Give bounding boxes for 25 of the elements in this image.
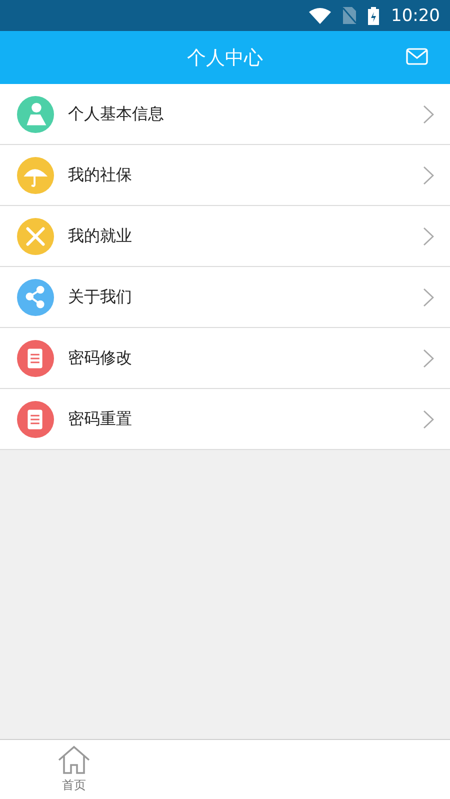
- menu-label: 密码修改: [68, 348, 133, 368]
- clock-time: 10:20: [391, 6, 440, 26]
- menu-item[interactable]: 我的就业: [0, 206, 450, 267]
- chevron-right-icon: [423, 410, 434, 428]
- menu-label: 个人基本信息: [68, 104, 165, 124]
- chevron-right-icon: [423, 166, 434, 184]
- menu-item[interactable]: 密码重置: [0, 389, 450, 450]
- menu-item[interactable]: 关于我们: [0, 267, 450, 328]
- home-icon: [57, 745, 91, 775]
- menu-label: 我的就业: [68, 226, 133, 246]
- mail-icon[interactable]: [406, 48, 428, 65]
- chevron-right-icon: [423, 104, 434, 124]
- menu-item[interactable]: 个人基本信息: [0, 84, 450, 145]
- page-title: 个人中心: [187, 46, 263, 70]
- menu-label: 关于我们: [68, 286, 133, 308]
- no-sim-icon: [343, 7, 356, 24]
- menu-label: 密码重置: [68, 408, 133, 430]
- battery-icon: [368, 6, 379, 24]
- menu-item[interactable]: 我的社保: [0, 145, 450, 206]
- chevron-right-icon: [423, 226, 434, 246]
- menu-label: 我的社保: [68, 164, 133, 186]
- wifi-icon: [309, 8, 331, 24]
- chevron-right-icon: [423, 348, 434, 368]
- chevron-right-icon: [423, 288, 434, 306]
- menu-item[interactable]: 密码修改: [0, 328, 450, 389]
